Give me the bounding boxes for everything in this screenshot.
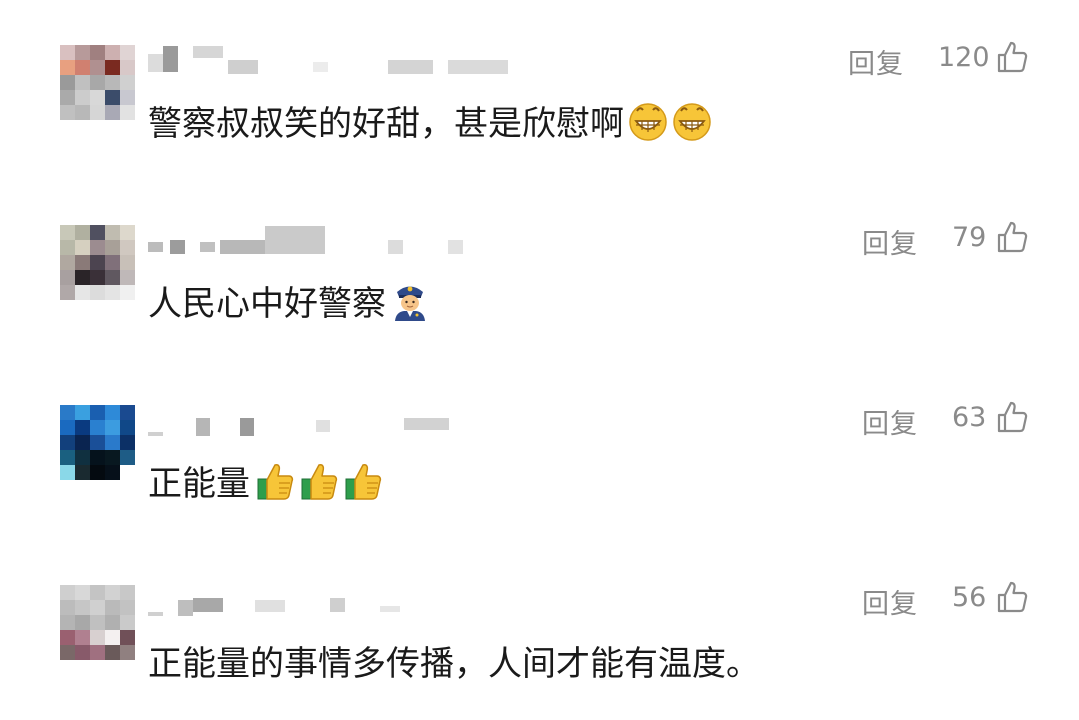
grin-icon xyxy=(629,102,667,141)
avatar[interactable] xyxy=(60,585,135,660)
comment-text: 警察叔叔笑的好甜，甚是欣慰啊 xyxy=(148,104,624,144)
comment-item: 回复 79 人民心中好警察 xyxy=(0,180,1079,360)
reply-button[interactable]: 回复 xyxy=(862,222,918,261)
avatar[interactable] xyxy=(60,45,135,120)
username-blurred[interactable] xyxy=(148,226,528,256)
username-blurred[interactable] xyxy=(148,406,528,436)
username-blurred[interactable] xyxy=(148,46,528,76)
comment-item: 回复 120 警察叔叔笑的好甜，甚是欣慰啊 xyxy=(0,0,1079,180)
thumbs-up-outline-icon[interactable] xyxy=(996,40,1028,74)
reply-button[interactable]: 回复 xyxy=(848,42,904,81)
thumbs-up-outline-icon[interactable] xyxy=(996,400,1028,434)
grin-icon xyxy=(673,102,711,141)
comment-text: 正能量的事情多传播，人间才能有温度。 xyxy=(148,644,760,684)
comment-item: 回复 63 正能量 xyxy=(0,360,1079,540)
comment-text-row: 正能量 xyxy=(148,456,382,505)
thumbs-up-outline-icon[interactable] xyxy=(996,220,1028,254)
thumbs-up-icon xyxy=(257,463,294,500)
like-count: 63 xyxy=(952,402,987,433)
avatar[interactable] xyxy=(60,225,135,300)
thumbs-up-icon xyxy=(345,463,382,500)
thumbs-up-icon xyxy=(301,463,338,500)
comment-text-row: 正能量的事情多传播，人间才能有温度。 xyxy=(148,636,760,685)
comment-item: 回复 56 正能量的事情多传播，人间才能有温度。 xyxy=(0,540,1079,720)
comment-text: 人民心中好警察 xyxy=(148,284,386,324)
reply-button[interactable]: 回复 xyxy=(862,582,918,621)
username-blurred[interactable] xyxy=(148,586,528,616)
police-officer-icon xyxy=(395,286,425,321)
avatar[interactable] xyxy=(60,405,135,480)
thumbs-up-outline-icon[interactable] xyxy=(996,580,1028,614)
reply-button[interactable]: 回复 xyxy=(862,402,918,441)
like-count: 56 xyxy=(952,582,987,613)
comment-text-row: 人民心中好警察 xyxy=(148,276,430,325)
comment-text-row: 警察叔叔笑的好甜，甚是欣慰啊 xyxy=(148,96,712,145)
comment-text: 正能量 xyxy=(148,464,250,504)
like-count: 79 xyxy=(952,222,987,253)
like-count: 120 xyxy=(938,42,990,73)
